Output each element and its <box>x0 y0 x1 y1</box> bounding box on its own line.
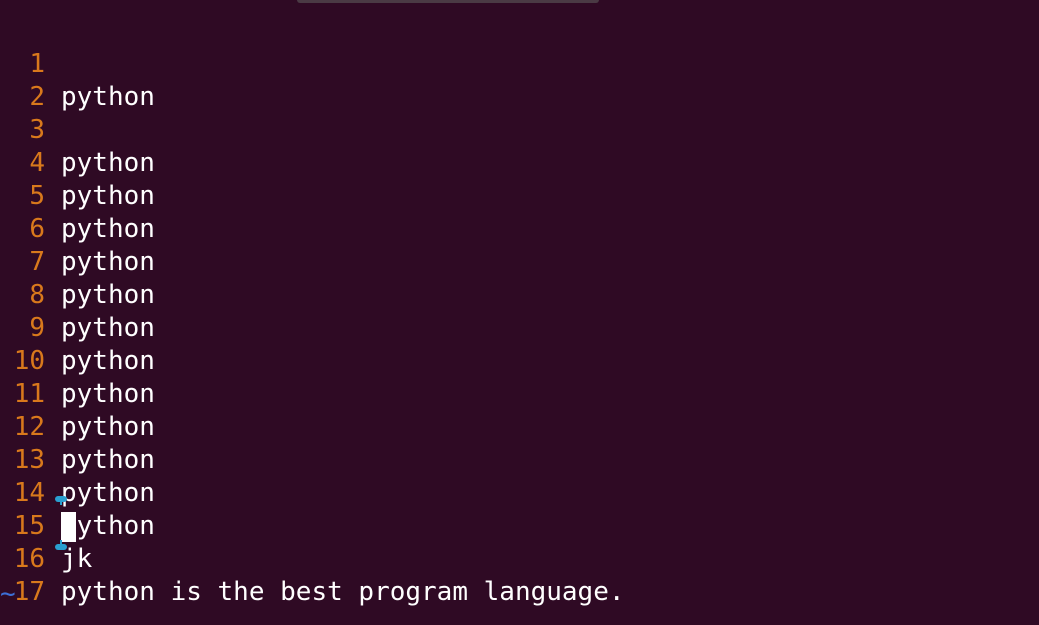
editor-lines[interactable]: 1 python 2 3 python 4 python 5 python 6 … <box>0 15 1039 607</box>
editor-line[interactable]: 10 python <box>0 312 1039 409</box>
editor-line[interactable]: 11 python <box>0 345 1039 442</box>
text-editor[interactable]: 1 python 2 3 python 4 python 5 python 6 … <box>0 0 1039 625</box>
editor-line[interactable]: 2 <box>0 48 1039 112</box>
editor-line[interactable]: 9 python <box>0 279 1039 376</box>
editor-line[interactable]: 12 python <box>0 378 1039 475</box>
editor-line[interactable]: 5 python <box>0 147 1039 244</box>
empty-line-marker: ~ <box>0 579 16 609</box>
editor-line[interactable]: 6 python <box>0 180 1039 277</box>
text-cursor <box>61 512 76 542</box>
editor-line[interactable]: 1 python <box>0 15 1039 112</box>
window-top-edge <box>297 0 599 3</box>
editor-line[interactable]: 7 python <box>0 213 1039 310</box>
line-text[interactable]: python is the best program language. <box>61 576 625 609</box>
editor-line[interactable]: 17 <box>0 543 1039 607</box>
editor-line[interactable]: 13 python <box>0 411 1039 508</box>
editor-line-current[interactable]: 16 python is the best program language. <box>0 510 1039 607</box>
editor-line[interactable]: 3 python <box>0 81 1039 178</box>
selection-handle-top[interactable] <box>55 496 67 502</box>
editor-line[interactable]: 14 python <box>0 444 1039 541</box>
selection-handle-bottom[interactable] <box>55 544 67 550</box>
editor-line[interactable]: 15 jk <box>0 477 1039 574</box>
editor-line[interactable]: 8 python <box>0 246 1039 343</box>
editor-line[interactable]: 4 python <box>0 114 1039 211</box>
